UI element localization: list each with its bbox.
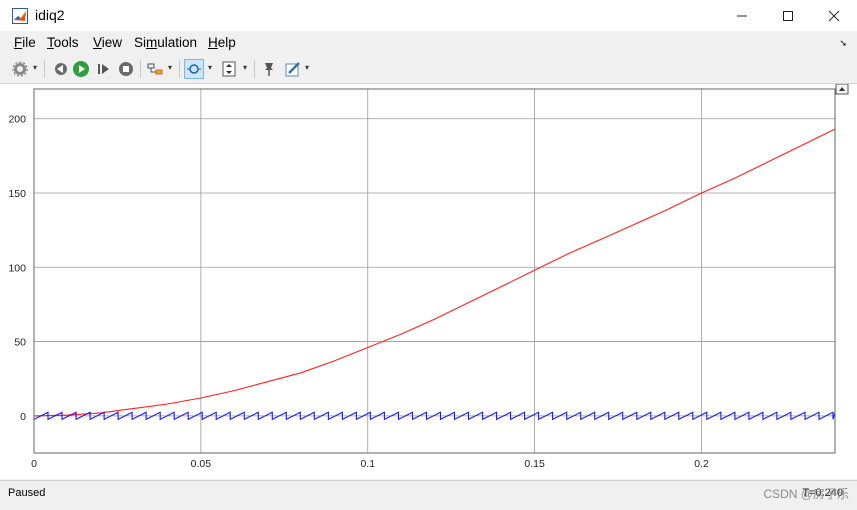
run-icon [73,61,89,77]
gear-icon [12,61,28,77]
scope-chart[interactable]: 0 0.05 0.1 0.15 0.2 0 50 100 150 200 [0,83,857,479]
chevron-down-icon[interactable]: ▾ [208,63,212,72]
menu-simulation[interactable]: Simulation [134,35,197,50]
y-tick-label: 0 [20,411,26,423]
step-forward-button[interactable] [94,59,114,79]
x-tick-label: 0.2 [694,458,709,470]
highlight-button[interactable] [145,59,165,79]
autoscale-icon [222,61,236,77]
stop-button[interactable] [116,59,136,79]
toolbar-separator [254,60,255,78]
toolbar-separator [179,60,180,78]
x-tick-label: 0 [31,458,37,470]
series-line-2 [33,411,836,421]
chevron-down-icon[interactable]: ▾ [305,63,309,72]
zoom-icon [187,64,201,74]
step-back-icon [55,63,67,75]
x-tick-label: 0.05 [191,458,212,470]
edit-button[interactable] [283,59,303,79]
chevron-down-icon[interactable]: ▾ [243,63,247,72]
pin-icon [265,63,273,76]
maximize-icon [783,10,793,21]
edit-icon [285,62,300,77]
x-tick-label: 0.15 [524,458,545,470]
y-tick-label: 100 [8,262,26,274]
stop-icon [119,62,133,76]
y-tick-label: 200 [8,114,26,126]
x-tick-label: 0.1 [360,458,375,470]
chevron-down-icon[interactable]: ▾ [168,63,172,72]
plot-frame [33,88,836,454]
step-forward-icon [98,64,109,74]
step-back-button[interactable] [50,59,70,79]
scope-plot[interactable]: 0 0.05 0.1 0.15 0.2 0 50 100 150 200 [0,83,857,479]
close-button[interactable] [811,0,857,31]
y-tick-label: 50 [14,337,26,349]
menu-tools[interactable]: Tools [47,35,79,50]
watermark-text: CSDN @房子乐 [763,487,849,501]
maximize-button[interactable] [765,0,811,31]
window-title: idiq2 [35,7,65,23]
zoom-button[interactable] [184,59,204,79]
title-bar: idiq2 [0,0,857,31]
menu-help[interactable]: Help [208,35,236,50]
menu-overflow-icon[interactable]: ➘ [839,38,847,49]
menu-view[interactable]: View [93,35,122,50]
run-button[interactable] [71,59,91,79]
status-state: Paused [8,487,46,499]
toolbar-separator [140,60,141,78]
highlight-icon [147,63,163,75]
toolbar-separator [44,60,45,78]
autoscale-button[interactable] [219,59,239,79]
pin-button[interactable] [259,59,279,79]
series-line-1 [33,128,836,417]
minimize-button[interactable] [719,0,765,31]
menu-bar: File Tools View Simulation Help ➘ [0,31,857,55]
restore-layout-button[interactable] [835,83,849,95]
config-button[interactable] [10,59,30,79]
status-bar: Paused T=0.240 CSDN @房子乐 [0,480,857,510]
matlab-icon [12,8,28,24]
toolbar: ▾ ▾ ▾ ▾ ▾ [0,55,857,84]
minimize-icon [737,15,747,16]
y-tick-label: 150 [8,188,26,200]
chevron-down-icon[interactable]: ▾ [33,63,37,72]
menu-file[interactable]: File [14,35,36,50]
close-icon [828,10,840,21]
